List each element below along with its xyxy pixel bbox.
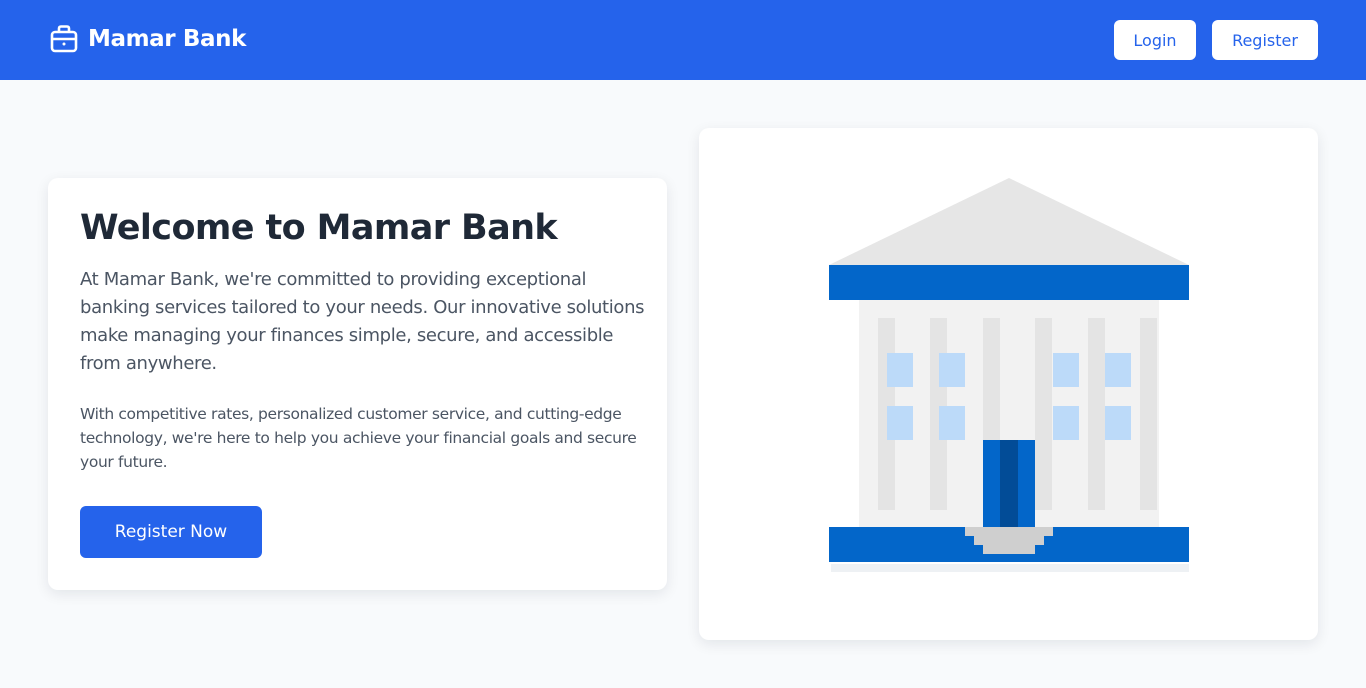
register-now-button[interactable]: Register Now	[80, 506, 262, 558]
brand[interactable]: Mamar Bank	[50, 24, 246, 54]
navbar: Mamar Bank Login Register	[0, 0, 1366, 80]
register-button[interactable]: Register	[1212, 20, 1318, 60]
welcome-lead-paragraph: At Mamar Bank, we're committed to provid…	[80, 269, 645, 374]
roof	[829, 178, 1189, 265]
welcome-card: Welcome to Mamar Bank At Mamar Bank, we'…	[48, 178, 667, 590]
brand-name: Mamar Bank	[88, 26, 246, 52]
page-title: Welcome to Mamar Bank	[80, 208, 558, 248]
bank-building-illustration	[829, 178, 1189, 572]
login-button[interactable]: Login	[1114, 20, 1196, 60]
illustration-card	[699, 128, 1318, 640]
top-beam	[829, 265, 1189, 300]
briefcase-icon	[50, 25, 78, 53]
welcome-sub-paragraph: With competitive rates, personalized cus…	[80, 405, 637, 471]
